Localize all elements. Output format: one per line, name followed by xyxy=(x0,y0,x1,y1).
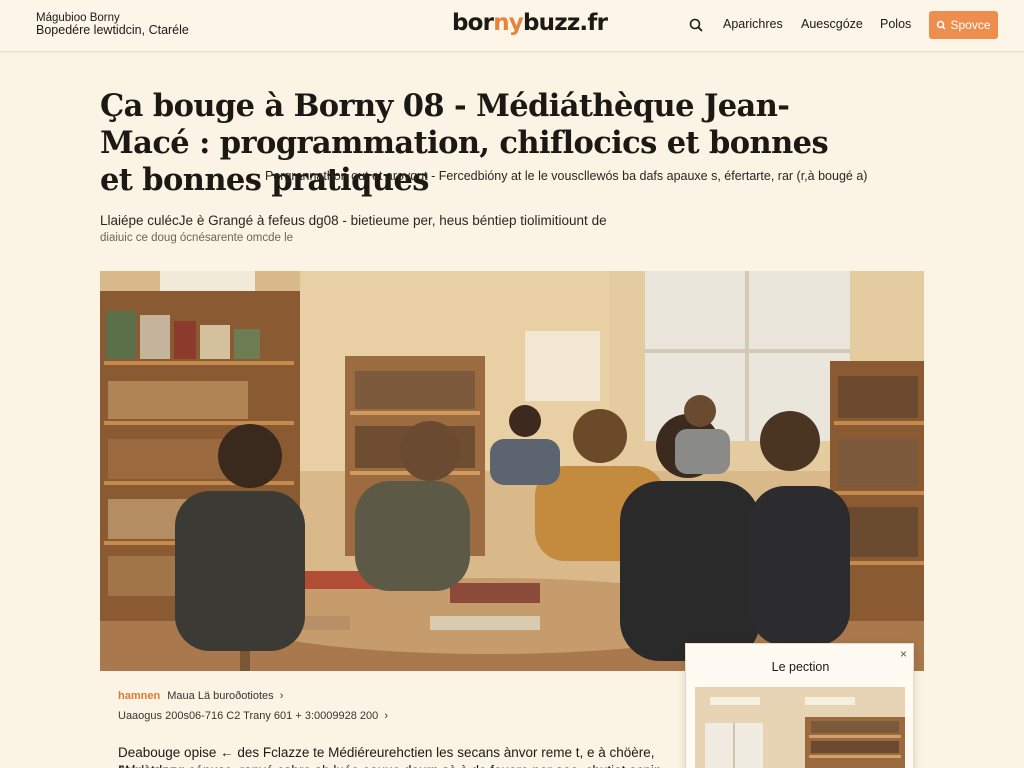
tag-icon xyxy=(937,20,947,30)
site-id-line2: Bopedére lewtidcin, Ctaréle xyxy=(36,23,189,37)
close-icon[interactable]: × xyxy=(900,647,907,661)
logo-part1: bor xyxy=(452,10,494,36)
cta-button[interactable]: Spovce xyxy=(929,11,998,39)
byline[interactable]: hamnen Maua Lä buroðotiotes › xyxy=(118,690,283,702)
nav-link-3[interactable]: Polos xyxy=(880,17,911,31)
article-body-line2: Jeb à doug cénuse, ranyé cabre ab luée e… xyxy=(118,762,678,768)
chevron-right-icon: › xyxy=(381,710,389,722)
search-icon xyxy=(689,18,703,32)
article-standfirst: Llaiépe culécJe è Grangé à fefeus dg08 -… xyxy=(100,213,607,228)
article-meta-text: Uaaogus 200s06-716 C2 Trany 601 + 3:0009… xyxy=(118,710,379,722)
chevron-right-icon: › xyxy=(276,690,284,702)
site-identity[interactable]: Mágubioo Borny Bopedére lewtidcin, Ctaré… xyxy=(36,12,189,36)
search-button[interactable] xyxy=(686,15,706,35)
article-standfirst-small: diaiuic ce doug ócnésarente omcde le xyxy=(100,232,294,244)
byline-author[interactable]: hamnen xyxy=(118,690,160,702)
popup-title: Le pection xyxy=(771,660,830,674)
site-logo[interactable]: bornybuzz.fr xyxy=(452,10,608,36)
logo-part4: .fr xyxy=(579,10,608,36)
logo-part2: ny xyxy=(493,10,524,36)
byline-text: Maua Lä buroðotiotes xyxy=(167,690,274,702)
logo-part3: buzz xyxy=(523,10,580,36)
nav-link-1[interactable]: Aparichres xyxy=(723,17,783,31)
hero-image xyxy=(100,271,924,671)
cta-label: Spovce xyxy=(950,18,991,32)
site-header: Mágubioo Borny Bopedére lewtidcin, Ctaré… xyxy=(0,0,1024,52)
popup-thumbnail[interactable] xyxy=(695,687,905,768)
article-subtitle: Pergrannathon out et aroyqut - Fercedbió… xyxy=(265,169,868,183)
nav-link-2[interactable]: Auescgóze xyxy=(801,17,863,31)
related-popup[interactable]: Le pection × xyxy=(685,643,914,768)
article-meta[interactable]: Uaaogus 200s06-716 C2 Trany 601 + 3:0009… xyxy=(118,710,388,722)
